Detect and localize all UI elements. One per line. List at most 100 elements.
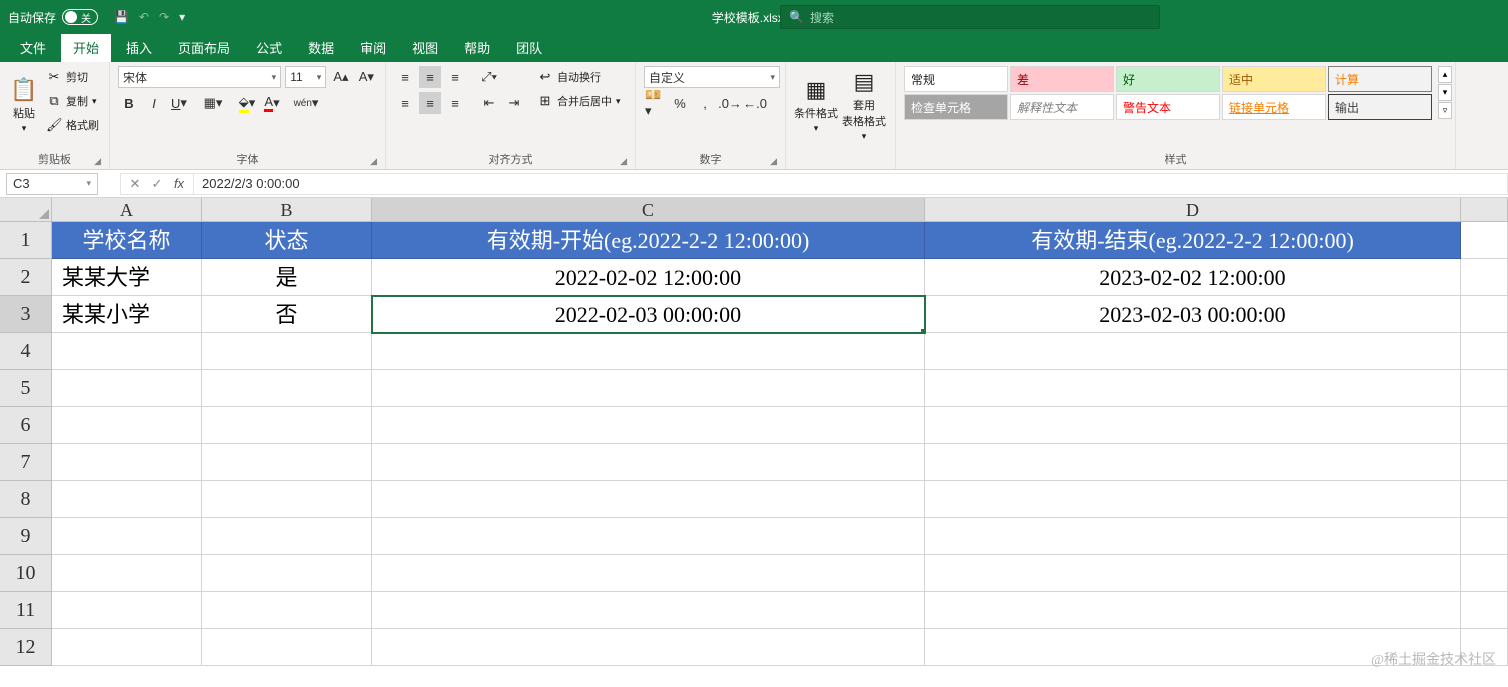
- increase-font-icon[interactable]: A▴: [330, 66, 351, 88]
- cancel-formula-icon[interactable]: ✕: [125, 176, 145, 192]
- col-header-C[interactable]: C: [372, 198, 925, 222]
- cell-B2[interactable]: 是: [202, 259, 372, 296]
- font-name-select[interactable]: 宋体▾: [118, 66, 281, 88]
- cell-C1[interactable]: 有效期-开始(eg.2022-2-2 12:00:00): [372, 222, 925, 259]
- decrease-font-icon[interactable]: A▾: [356, 66, 377, 88]
- align-center-button[interactable]: ≡: [419, 92, 441, 114]
- style-warn[interactable]: 警告文本: [1116, 94, 1220, 120]
- align-right-button[interactable]: ≡: [444, 92, 466, 114]
- cell-styles-gallery[interactable]: 常规 差 好 适中 计算 检查单元格 解释性文本 警告文本 链接单元格 输出: [904, 66, 1432, 120]
- redo-icon[interactable]: ↷: [159, 10, 169, 24]
- tab-view[interactable]: 视图: [400, 33, 450, 62]
- align-middle-button[interactable]: ≡: [419, 66, 441, 88]
- cell-B1[interactable]: 状态: [202, 222, 372, 259]
- col-header-B[interactable]: B: [202, 198, 372, 222]
- align-launcher-icon[interactable]: ◢: [620, 156, 627, 167]
- style-check[interactable]: 检查单元格: [904, 94, 1008, 120]
- number-format-select[interactable]: 自定义▾: [644, 66, 780, 88]
- tab-file[interactable]: 文件: [8, 33, 58, 62]
- cell-A2[interactable]: 某某大学: [52, 259, 202, 296]
- font-size-select[interactable]: 11▾: [285, 66, 326, 88]
- style-link[interactable]: 链接单元格: [1222, 94, 1326, 120]
- merge-center-button[interactable]: ⊞合并后居中▾: [535, 90, 623, 112]
- row-header-9[interactable]: 9: [0, 518, 52, 555]
- conditional-format-button[interactable]: ▦条件格式▾: [794, 66, 838, 144]
- row-header-7[interactable]: 7: [0, 444, 52, 481]
- cell-D3[interactable]: 2023-02-03 00:00:00: [925, 296, 1461, 333]
- row-header-8[interactable]: 8: [0, 481, 52, 518]
- search-box[interactable]: 🔍 搜索: [780, 5, 1160, 29]
- select-all-button[interactable]: [0, 198, 52, 222]
- row-header-12[interactable]: 12: [0, 629, 52, 666]
- tab-review[interactable]: 审阅: [348, 33, 398, 62]
- col-header-A[interactable]: A: [52, 198, 202, 222]
- undo-icon[interactable]: ↶: [139, 10, 149, 24]
- fx-icon[interactable]: fx: [169, 176, 189, 191]
- number-launcher-icon[interactable]: ◢: [770, 156, 777, 167]
- cell-A3[interactable]: 某某小学: [52, 296, 202, 333]
- tab-team[interactable]: 团队: [504, 33, 554, 62]
- tab-home[interactable]: 开始: [60, 32, 112, 62]
- cell-C2[interactable]: 2022-02-02 12:00:00: [372, 259, 925, 296]
- increase-decimal-button[interactable]: .0→: [719, 92, 741, 114]
- align-top-button[interactable]: ≡: [394, 66, 416, 88]
- underline-button[interactable]: U▾: [168, 92, 190, 114]
- tab-formula[interactable]: 公式: [244, 33, 294, 62]
- row-header-6[interactable]: 6: [0, 407, 52, 444]
- copy-button[interactable]: ⧉复制▾: [44, 90, 101, 112]
- worksheet[interactable]: A B C D 1 学校名称 状态 有效期-开始(eg.2022-2-2 12:…: [0, 198, 1508, 666]
- increase-indent-button[interactable]: ⇥: [503, 92, 525, 114]
- percent-button[interactable]: %: [669, 92, 691, 114]
- format-painter-button[interactable]: 🖌格式刷: [44, 114, 101, 136]
- cell-C3[interactable]: 2022-02-03 00:00:00: [372, 296, 925, 333]
- phonetic-button[interactable]: wén▾: [295, 92, 317, 114]
- font-color-button[interactable]: A▾: [261, 92, 283, 114]
- paste-button[interactable]: 📋粘贴▾: [8, 66, 40, 144]
- tab-data[interactable]: 数据: [296, 33, 346, 62]
- row-header-10[interactable]: 10: [0, 555, 52, 592]
- style-neutral[interactable]: 适中: [1222, 66, 1326, 92]
- qat-more-icon[interactable]: ▾: [179, 10, 185, 24]
- fill-color-button[interactable]: ⬙▾: [236, 92, 258, 114]
- wrap-text-button[interactable]: ↩自动换行: [535, 66, 623, 88]
- formula-input[interactable]: 2022/2/3 0:00:00: [194, 173, 1508, 195]
- row-header-3[interactable]: 3: [0, 296, 52, 333]
- style-calc[interactable]: 计算: [1328, 66, 1432, 92]
- cell-A1[interactable]: 学校名称: [52, 222, 202, 259]
- orientation-button[interactable]: ⤢▾: [478, 66, 500, 88]
- cell-D2[interactable]: 2023-02-02 12:00:00: [925, 259, 1461, 296]
- styles-more-icon[interactable]: ▿: [1438, 102, 1452, 119]
- styles-down-icon[interactable]: ▾: [1438, 84, 1452, 101]
- italic-button[interactable]: I: [143, 92, 165, 114]
- row-header-2[interactable]: 2: [0, 259, 52, 296]
- tab-insert[interactable]: 插入: [114, 33, 164, 62]
- style-bad[interactable]: 差: [1010, 66, 1114, 92]
- align-bottom-button[interactable]: ≡: [444, 66, 466, 88]
- col-header-D[interactable]: D: [925, 198, 1461, 222]
- tab-layout[interactable]: 页面布局: [166, 33, 242, 62]
- cell-D1[interactable]: 有效期-结束(eg.2022-2-2 12:00:00): [925, 222, 1461, 259]
- currency-button[interactable]: 💴▾: [644, 92, 666, 114]
- tab-help[interactable]: 帮助: [452, 33, 502, 62]
- decrease-indent-button[interactable]: ⇤: [478, 92, 500, 114]
- cell-B3[interactable]: 否: [202, 296, 372, 333]
- style-normal[interactable]: 常规: [904, 66, 1008, 92]
- align-left-button[interactable]: ≡: [394, 92, 416, 114]
- bold-button[interactable]: B: [118, 92, 140, 114]
- row-header-11[interactable]: 11: [0, 592, 52, 629]
- name-box[interactable]: C3▾: [6, 173, 98, 195]
- row-header-1[interactable]: 1: [0, 222, 52, 259]
- cut-button[interactable]: ✂剪切: [44, 66, 101, 88]
- style-output[interactable]: 输出: [1328, 94, 1432, 120]
- border-button[interactable]: ▦▾: [202, 92, 224, 114]
- decrease-decimal-button[interactable]: ←.0: [744, 92, 766, 114]
- col-header-extra[interactable]: [1461, 198, 1508, 222]
- clipboard-launcher-icon[interactable]: ◢: [94, 156, 101, 167]
- font-launcher-icon[interactable]: ◢: [370, 156, 377, 167]
- row-header-5[interactable]: 5: [0, 370, 52, 407]
- styles-up-icon[interactable]: ▴: [1438, 66, 1452, 83]
- comma-button[interactable]: ,: [694, 92, 716, 114]
- autosave-toggle[interactable]: 自动保存 关: [0, 9, 106, 26]
- format-as-table-button[interactable]: ▤套用 表格格式▾: [842, 66, 886, 144]
- save-icon[interactable]: 💾: [114, 10, 129, 24]
